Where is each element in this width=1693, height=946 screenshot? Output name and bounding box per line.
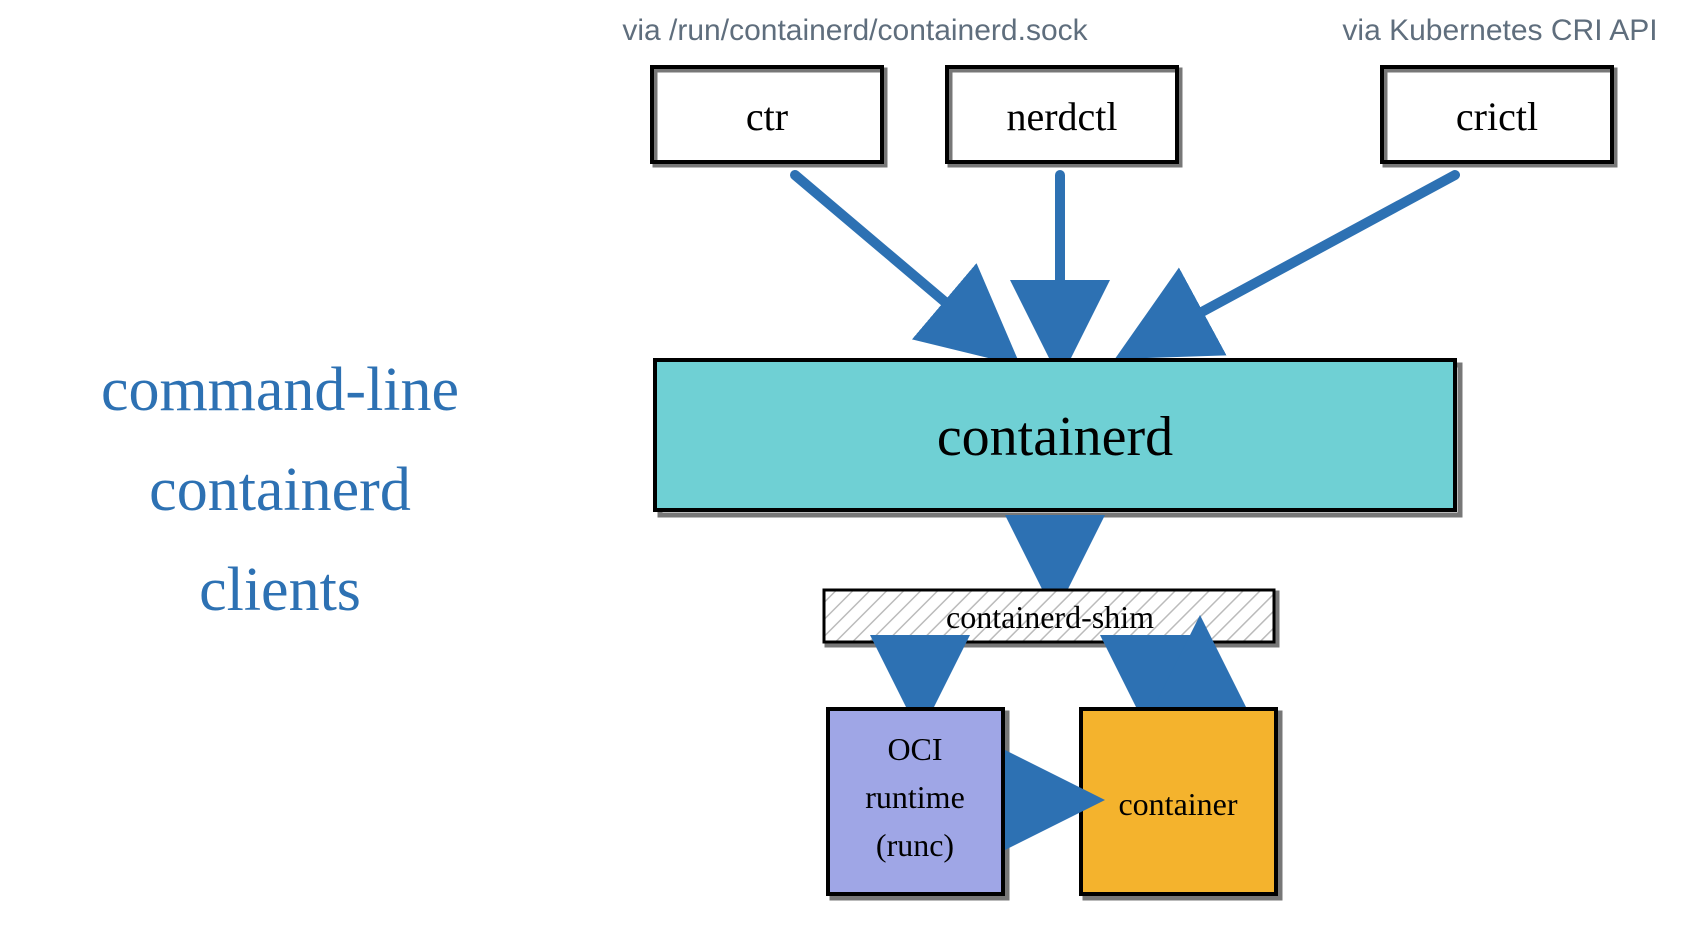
label-container: container	[1118, 786, 1237, 822]
box-containerd: containerd	[655, 360, 1460, 515]
box-shim: containerd-shim	[824, 590, 1277, 645]
box-nerdctl: nerdctl	[947, 67, 1180, 165]
arrow-ctr-to-containerd	[795, 175, 990, 340]
caption-sock: via /run/containerd/containerd.sock	[622, 14, 1088, 47]
label-ctr: ctr	[746, 94, 788, 139]
box-crictl: crictl	[1382, 67, 1615, 165]
label-oci-2: runtime	[865, 779, 965, 815]
caption-cri: via Kubernetes CRI API	[1342, 14, 1657, 47]
title-line-3: clients	[199, 556, 361, 624]
title-line-2: containerd	[149, 456, 411, 524]
label-nerdctl: nerdctl	[1006, 94, 1117, 139]
box-container: container	[1081, 709, 1280, 898]
arrow-crictl-to-containerd	[1150, 175, 1455, 340]
label-oci-1: OCI	[887, 731, 942, 767]
label-shim: containerd-shim	[946, 599, 1154, 635]
diagram-title: command-line containerd clients	[101, 356, 459, 624]
box-ctr: ctr	[652, 67, 885, 165]
title-line-1: command-line	[101, 356, 459, 424]
label-crictl: crictl	[1456, 94, 1538, 139]
diagram-canvas: command-line containerd clients via /run…	[0, 0, 1693, 946]
label-containerd: containerd	[937, 406, 1173, 468]
box-oci-runtime: OCI runtime (runc)	[828, 709, 1007, 898]
label-oci-3: (runc)	[876, 827, 954, 863]
